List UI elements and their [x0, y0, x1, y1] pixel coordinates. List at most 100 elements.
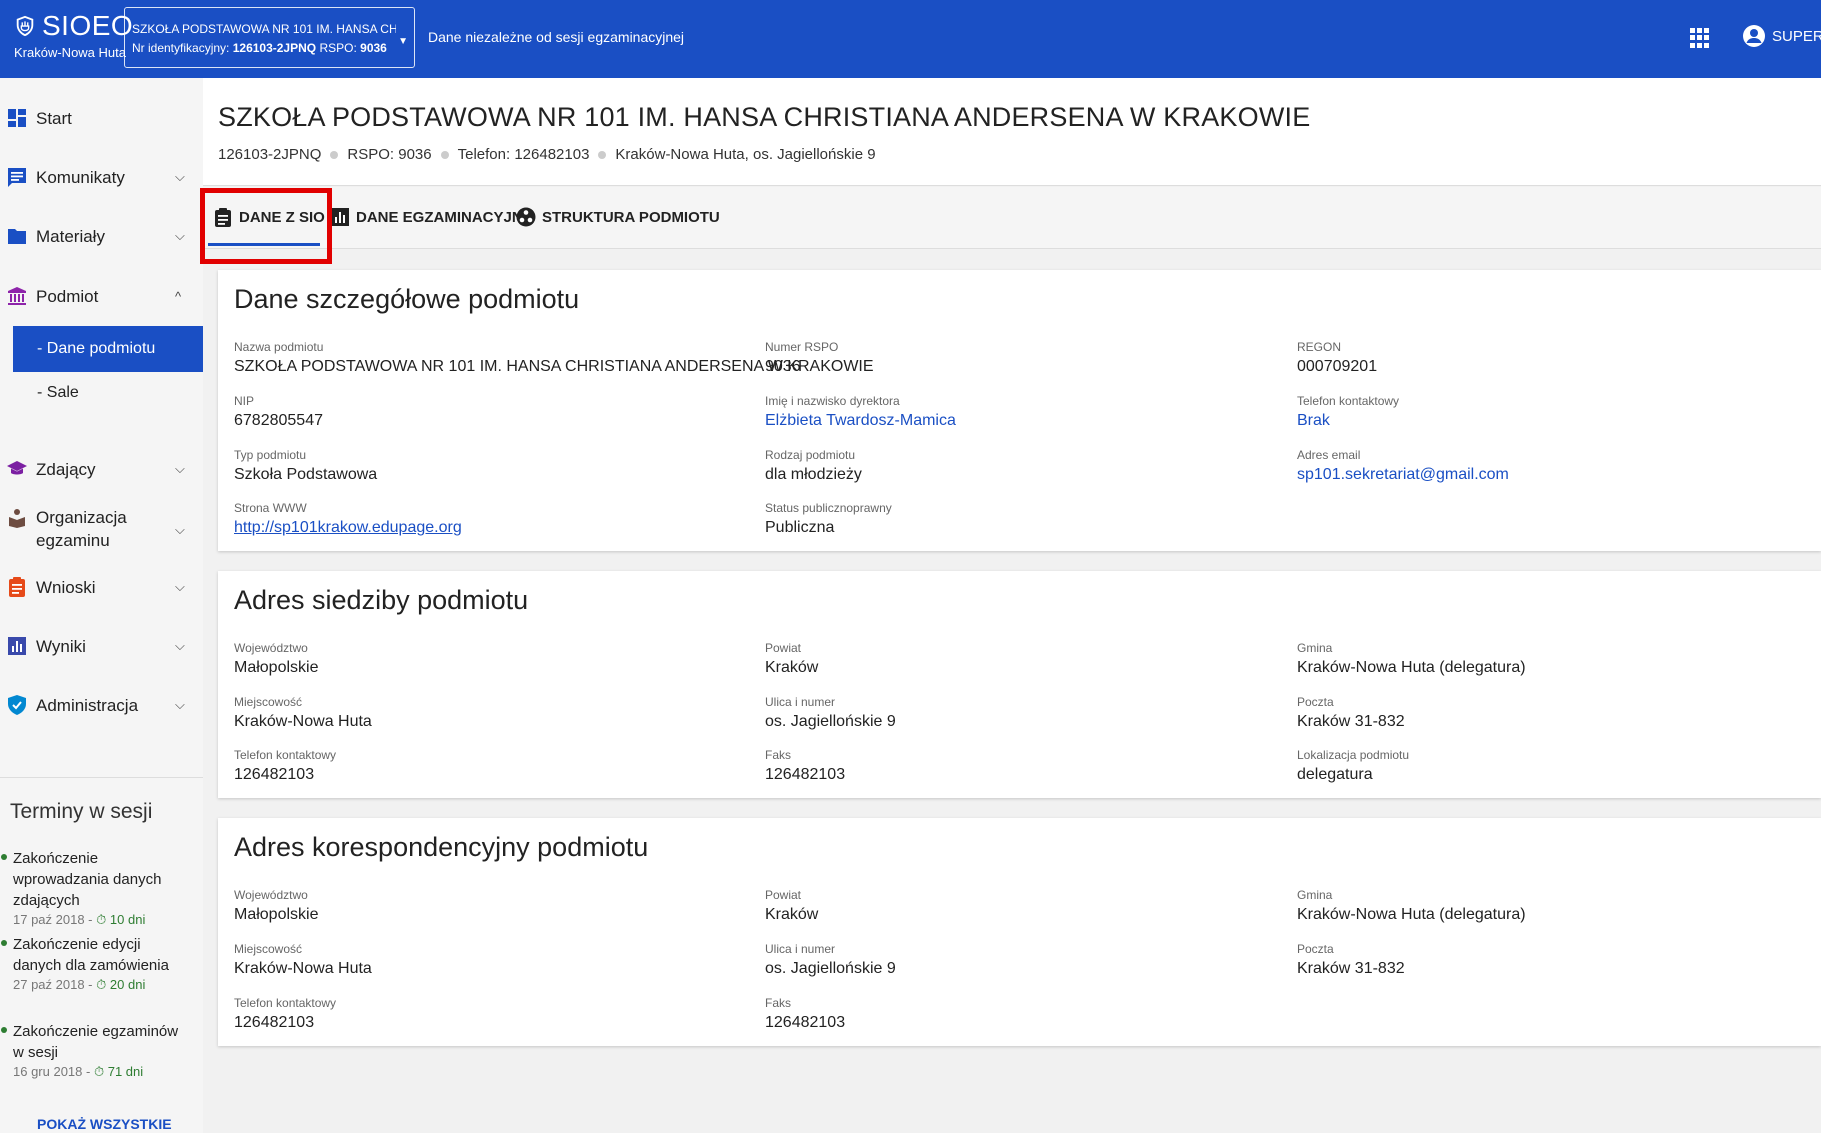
school-selector[interactable]: SZKOŁA PODSTAWOWA NR 101 IM. HANSA CHRIS… — [124, 7, 415, 68]
field-telefon: Telefon kontaktowy 126482103 — [234, 996, 336, 1032]
separator-dot — [598, 150, 607, 159]
field-value: os. Jagiellońskie 9 — [765, 960, 896, 977]
apps-grid-icon[interactable] — [1690, 28, 1710, 48]
field-label: Typ podmiotu — [234, 448, 307, 462]
sidebar-item-podmiot[interactable]: Podmiot ^ — [0, 284, 203, 308]
field-value: Kraków 31-832 — [1297, 713, 1405, 730]
caret-down-icon: ▼ — [398, 36, 408, 47]
sidebar-item-zdajacy[interactable]: Zdający ⌵ — [0, 457, 203, 481]
field-label: Faks — [765, 996, 792, 1010]
status-dot — [1, 854, 7, 860]
sidebar-item-materialy[interactable]: Materiały ⌵ — [0, 224, 203, 248]
status-dot — [1, 1027, 7, 1033]
field-value: Małopolskie — [234, 906, 319, 923]
field-label: Numer RSPO — [765, 340, 839, 354]
bar-chart-icon — [331, 208, 349, 226]
field-status: Status publicznoprawny Publiczna — [765, 501, 892, 537]
field-value: 6782805547 — [234, 412, 323, 429]
tab-dane-z-sio[interactable]: DANE Z SIO — [213, 207, 325, 227]
field-label: REGON — [1297, 340, 1342, 354]
card-title: Dane szczegółowe podmiotu — [234, 284, 580, 314]
show-all-terms-link[interactable]: POKAŻ WSZYSTKIE — [37, 1116, 172, 1132]
entity-header: SZKOŁA PODSTAWOWA NR 101 IM. HANSA CHRIS… — [203, 78, 1821, 186]
field-label: Miejscowość — [234, 695, 303, 709]
field-rspo: Numer RSPO 9036 — [765, 340, 838, 376]
sidebar-item-organizacja-egzaminu[interactable]: Organizacja egzaminu ⌵ — [0, 506, 203, 554]
field-value: Kraków-Nowa Huta — [234, 713, 372, 730]
field-dyrektor: Imię i nazwisko dyrektora Elżbieta Tward… — [765, 394, 956, 430]
sidebar-item-label: Podmiot — [36, 286, 99, 306]
field-ulica: Ulica i numer os. Jagiellońskie 9 — [765, 942, 896, 978]
status-dot — [1, 940, 7, 946]
term-title: Zakończenie egzaminów w sesji — [13, 1023, 179, 1061]
field-value: os. Jagiellońskie 9 — [765, 713, 896, 730]
page-title: SZKOŁA PODSTAWOWA NR 101 IM. HANSA CHRIS… — [218, 102, 1311, 132]
field-powiat: Powiat Kraków — [765, 888, 818, 924]
term-date: 27 paź 2018 - ⏱ 20 dni — [13, 977, 146, 992]
field-label: Telefon kontaktowy — [1297, 394, 1400, 408]
sidebar-item-komunikaty[interactable]: Komunikaty ⌵ — [0, 165, 203, 189]
field-value: delegatura — [1297, 766, 1373, 783]
field-value: 9036 — [765, 358, 801, 375]
director-link[interactable]: Elżbieta Twardosz-Mamica — [765, 412, 956, 430]
field-typ: Typ podmiotu Szkoła Podstawowa — [234, 448, 377, 484]
field-www: Strona WWW http://sp101krakow.edupage.or… — [234, 501, 462, 537]
field-label: Imię i nazwisko dyrektora — [765, 394, 900, 408]
active-tab-indicator — [208, 243, 320, 246]
field-value: Kraków-Nowa Huta (delegatura) — [1297, 906, 1526, 923]
website-link[interactable]: http://sp101krakow.edupage.org — [234, 519, 462, 537]
term-date: 17 paź 2018 - ⏱ 10 dni — [13, 912, 146, 927]
term-item: Zakończenie wprowadzania danych zdającyc… — [1, 848, 188, 928]
entity-info-line: 126103-2JPNQ RSPO: 9036 Telefon: 1264821… — [218, 146, 876, 163]
field-value: 126482103 — [234, 766, 315, 783]
clipboard-icon — [215, 208, 231, 227]
hub-icon — [516, 207, 536, 227]
field-label: Telefon kontaktowy — [234, 748, 337, 762]
field-wojewodztwo: Województwo Małopolskie — [234, 888, 318, 924]
folder-icon — [8, 229, 26, 244]
field-wojewodztwo: Województwo Małopolskie — [234, 641, 318, 677]
field-gmina: Gmina Kraków-Nowa Huta (delegatura) — [1297, 888, 1526, 924]
entity-rspo: RSPO: 9036 — [347, 146, 432, 163]
chevron-up-icon: ^ — [175, 288, 182, 304]
field-value: Kraków — [765, 659, 819, 676]
school-rspo-value: 9036 — [360, 41, 387, 55]
field-label: Rodzaj podmiotu — [765, 448, 856, 462]
field-faks: Faks 126482103 — [765, 996, 845, 1032]
field-powiat: Powiat Kraków — [765, 641, 818, 677]
chevron-down-icon: ⌵ — [175, 638, 185, 653]
account-circle-icon — [1743, 25, 1765, 47]
sidebar-item-wyniki[interactable]: Wyniki ⌵ — [0, 634, 203, 658]
field-gmina: Gmina Kraków-Nowa Huta (delegatura) — [1297, 641, 1526, 677]
field-poczta: Poczta Kraków 31-832 — [1297, 695, 1405, 731]
field-label: NIP — [234, 394, 255, 408]
session-note: Dane niezależne od sesji egzaminacyjnej — [428, 29, 685, 45]
app-logo[interactable]: SIOEO Kraków-Nowa Huta — [14, 10, 133, 60]
sidebar-item-label: Zdający — [36, 459, 96, 479]
graduation-cap-icon — [7, 461, 27, 475]
user-menu[interactable]: SUPER ▼ — [1742, 24, 1821, 48]
tab-struktura-podmiotu[interactable]: STRUKTURA PODMIOTU — [516, 207, 720, 227]
email-link[interactable]: sp101.sekretariat@gmail.com — [1297, 466, 1509, 484]
tab-dane-egzaminacyjne[interactable]: DANE EGZAMINACYJNE — [330, 207, 533, 227]
field-faks: Faks 126482103 — [765, 748, 845, 784]
tab-label: DANE Z SIO — [239, 208, 325, 226]
field-value: Małopolskie — [234, 659, 319, 676]
sidebar-subitem-dane-podmiotu[interactable]: - Dane podmiotu — [13, 326, 203, 372]
field-value: dla młodzieży — [765, 466, 862, 483]
phone-link[interactable]: Brak — [1297, 412, 1399, 430]
card-entity-details: Dane szczegółowe podmiotu Nazwa podmiotu… — [218, 270, 1821, 551]
sidebar-item-start[interactable]: Start — [0, 106, 203, 130]
card-title: Adres korespondencyjny podmiotu — [234, 832, 649, 862]
field-email: Adres email sp101.sekretariat@gmail.com — [1297, 448, 1509, 484]
sidebar-item-wnioski[interactable]: Wnioski ⌵ — [0, 575, 203, 599]
sidebar-item-label: Komunikaty — [36, 167, 125, 187]
field-label: Adres email — [1297, 448, 1361, 462]
field-label: Lokalizacja podmiotu — [1297, 748, 1410, 762]
sidebar-item-label: Administracja — [36, 695, 139, 715]
timer-icon: ⏱ — [96, 912, 107, 927]
sidebar-item-administracja[interactable]: Administracja ⌵ — [0, 693, 203, 717]
sidebar-subitem-sale[interactable]: - Sale — [37, 384, 79, 402]
chevron-down-icon: ⌵ — [175, 228, 185, 243]
field-label: Poczta — [1297, 942, 1334, 956]
